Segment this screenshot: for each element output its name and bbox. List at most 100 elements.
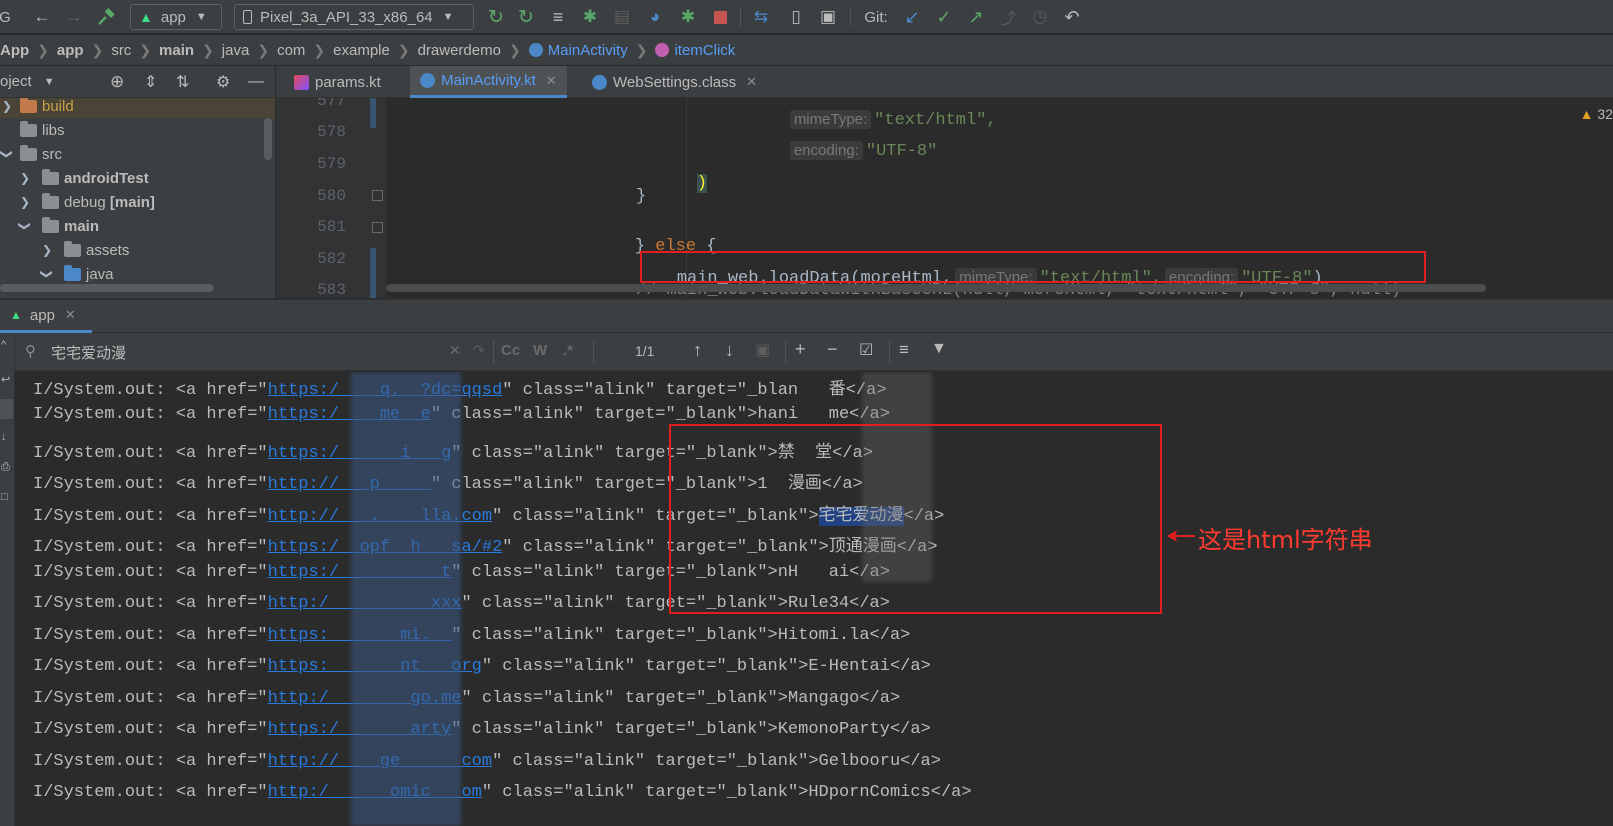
tab-run-app[interactable]: ▲ app ✕ <box>0 300 92 333</box>
tree-label: debug <box>64 193 106 211</box>
add-occurrence-icon[interactable]: + <box>795 339 806 360</box>
breadcrumb-module[interactable]: app <box>57 42 84 59</box>
tree-item-libs[interactable]: libs <box>0 118 275 142</box>
tree-item-androidtest[interactable]: ❯ androidTest <box>0 166 275 190</box>
git-history-icon[interactable]: ◷ <box>1028 4 1052 30</box>
tab-mainactivity[interactable]: MainActivity.kt ✕ <box>410 66 567 98</box>
locate-icon[interactable]: ⊕ <box>110 72 124 92</box>
collapse-all-icon[interactable]: ⇅ <box>176 72 189 92</box>
tree-label: java <box>86 265 114 283</box>
tab-params[interactable]: params.kt <box>284 66 391 98</box>
chevron-right-icon: ❯ <box>202 41 214 58</box>
fold-icon[interactable] <box>372 190 383 201</box>
search-input[interactable]: 宅宅爱动漫 <box>51 342 126 363</box>
scroll-up-icon[interactable]: ^ <box>1 339 6 351</box>
breadcrumb-package[interactable]: drawerdemo <box>418 42 501 59</box>
device-manager-icon[interactable]: ▯ <box>784 4 808 30</box>
git-update-icon[interactable]: ↙ <box>900 4 924 30</box>
breadcrumb-class[interactable]: MainActivity <box>548 42 628 59</box>
gear-icon[interactable]: ⚙ <box>216 72 230 92</box>
kotlin-class-icon <box>420 73 435 88</box>
breadcrumb-com[interactable]: com <box>277 42 305 59</box>
expand-all-icon[interactable]: ⇕ <box>144 72 157 92</box>
tree-item-build[interactable]: ❯ build <box>0 98 275 118</box>
fold-icon[interactable] <box>372 222 383 233</box>
tree-label: libs <box>42 121 65 139</box>
regex-icon[interactable]: .* <box>563 342 573 359</box>
divider <box>593 341 594 363</box>
git-push-icon[interactable]: ↗ <box>964 4 988 30</box>
warning-indicator[interactable]: ▲ 32 <box>1580 106 1613 122</box>
whole-word-icon[interactable]: W <box>533 342 547 359</box>
tab-label: MainActivity.kt <box>441 72 536 89</box>
forward-icon[interactable]: → <box>62 4 86 30</box>
chevron-right-icon: ❯ <box>257 41 270 58</box>
breadcrumb-method[interactable]: itemClick <box>674 42 735 59</box>
apply-changes-restart-icon[interactable]: ↻ <box>484 4 508 30</box>
tree-h-scrollbar[interactable] <box>0 284 214 292</box>
back-icon[interactable]: ← <box>30 4 54 30</box>
select-all-icon[interactable]: ▣ <box>755 340 770 360</box>
logcat-list-icon[interactable]: ≡ <box>546 4 570 30</box>
log-prefix: I/System.out: <a href=" <box>33 689 268 708</box>
git-pull-requests-icon[interactable]: ⤴ <box>996 4 1020 30</box>
chevron-right-icon: ❯ <box>42 243 53 257</box>
filter-icon[interactable]: ▼ <box>931 340 947 358</box>
previous-match-icon[interactable]: ↑ <box>693 340 702 361</box>
stop-icon[interactable] <box>708 4 732 30</box>
device-select[interactable]: Pixel_3a_API_33_x86_64 ▼ <box>234 4 474 30</box>
breadcrumb-src[interactable]: src <box>111 42 131 59</box>
breadcrumb-project[interactable]: App <box>0 42 29 59</box>
sdk-manager-icon[interactable]: ▣ <box>816 4 840 30</box>
rollback-icon[interactable]: ↶ <box>1060 4 1084 30</box>
filter-lines-icon[interactable]: ≡ <box>899 340 909 360</box>
remove-occurrence-icon[interactable]: − <box>827 339 838 360</box>
project-view-label[interactable]: oject <box>0 73 32 90</box>
chevron-right-icon: ❯ <box>20 171 31 185</box>
debug-attach-icon[interactable]: ✱ <box>676 4 700 30</box>
log-line: I/System.out: <a href="http:/ omic om" c… <box>33 783 972 802</box>
profiler-icon[interactable]: ◕ <box>643 4 667 30</box>
debug-bug-icon[interactable]: ✱ <box>578 4 602 30</box>
tab-websettings[interactable]: WebSettings.class ✕ <box>582 66 767 98</box>
apply-code-changes-icon[interactable]: ↻ <box>514 4 538 30</box>
build-hammer-icon[interactable] <box>94 4 118 30</box>
close-icon[interactable]: ✕ <box>746 74 757 90</box>
close-icon[interactable]: ✕ <box>65 307 76 323</box>
match-case-icon[interactable]: Cc <box>501 342 520 359</box>
scroll-to-end-icon[interactable]: ↓ <box>1 431 7 443</box>
minimize-icon[interactable]: — <box>248 73 264 91</box>
print-icon[interactable]: ⎙ <box>1 461 10 474</box>
editor-h-scrollbar[interactable] <box>386 284 1486 292</box>
tree-scrollbar[interactable] <box>264 118 272 160</box>
line-number: 577 <box>317 98 346 110</box>
run-config-select[interactable]: ▲ app ▼ <box>130 4 222 30</box>
breadcrumb-main[interactable]: main <box>159 42 194 59</box>
menu-glyph: G <box>0 8 11 26</box>
breadcrumb-example[interactable]: example <box>333 42 390 59</box>
folder-icon <box>64 265 81 281</box>
chevron-down-icon[interactable]: ▼ <box>44 76 55 88</box>
tree-item-src[interactable]: ❯ src <box>0 142 275 166</box>
git-commit-icon[interactable]: ✓ <box>932 4 956 30</box>
tree-item-assets[interactable]: ❯ assets <box>0 238 275 262</box>
tab-label: WebSettings.class <box>613 73 737 91</box>
chevron-down-icon: ▼ <box>195 11 207 23</box>
tree-item-java[interactable]: ❯ java <box>0 262 275 286</box>
close-icon[interactable]: ✕ <box>546 73 557 89</box>
chevron-down-icon: ❯ <box>40 268 55 280</box>
breadcrumb-java[interactable]: java <box>222 42 250 59</box>
wrap-icon[interactable]: ↩ <box>1 373 10 386</box>
clear-search-icon[interactable]: ✕ <box>449 342 461 359</box>
clear-icon[interactable]: □ <box>1 491 8 503</box>
log-prefix: I/System.out: <a href=" <box>33 657 268 676</box>
toggle-occurrences-icon[interactable]: ☑ <box>859 340 873 360</box>
next-match-icon[interactable]: ↓ <box>725 340 734 361</box>
search-history-icon[interactable]: ↷ <box>473 342 485 359</box>
soft-wrap-icon[interactable] <box>0 399 13 419</box>
tree-item-main[interactable]: ❯ main <box>0 214 275 238</box>
log-prefix: I/System.out: <a href=" <box>33 444 268 463</box>
attach-debugger-icon[interactable]: ▤ <box>610 4 634 30</box>
sync-gradle-icon[interactable]: ⇆ <box>748 4 774 30</box>
tree-item-debug[interactable]: ❯ debug [main] <box>0 190 275 214</box>
